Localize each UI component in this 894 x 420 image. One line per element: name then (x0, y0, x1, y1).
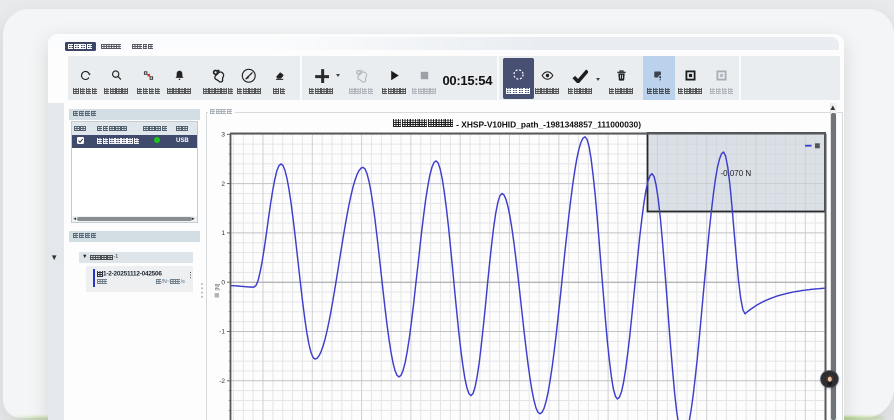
svg-text:1: 1 (221, 230, 225, 237)
svg-text:-0.070 N: -0.070 N (721, 169, 752, 178)
svg-text:-2: -2 (219, 378, 225, 385)
svg-text:-1: -1 (219, 329, 225, 336)
svg-text:2: 2 (221, 181, 225, 188)
svg-text:[N]: [N] (215, 283, 221, 290)
svg-text:0: 0 (221, 279, 225, 286)
svg-text:3: 3 (221, 132, 225, 139)
